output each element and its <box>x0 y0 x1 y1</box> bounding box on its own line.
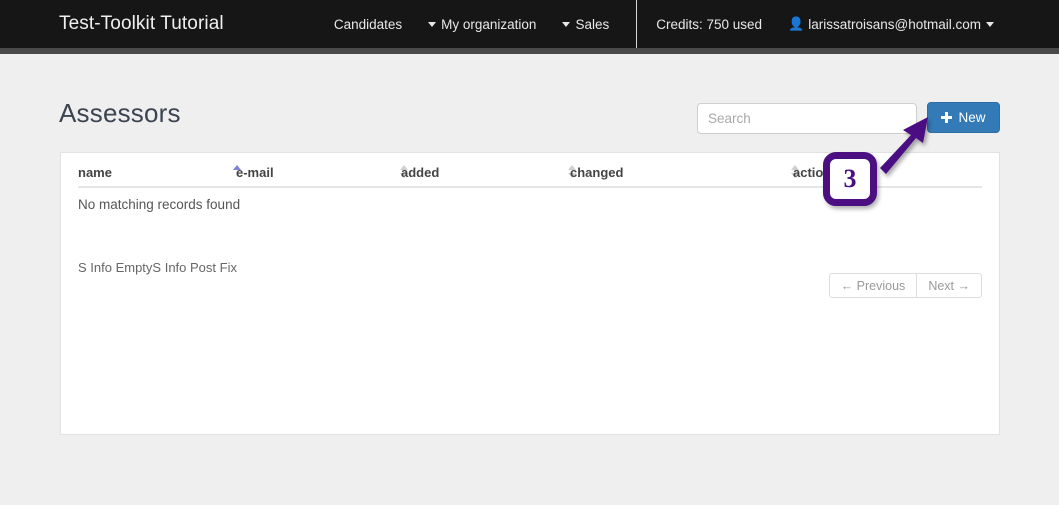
previous-page-button[interactable]: ← Previous <box>828 273 918 298</box>
column-header-actions[interactable]: actions <box>793 165 839 180</box>
column-header-email[interactable]: e-mail <box>236 165 274 180</box>
table-header-row: name e-mail added changed actions <box>78 153 982 188</box>
user-email-label: larissatroisans@hotmail.com <box>808 16 981 32</box>
new-button[interactable]: New <box>927 102 1000 133</box>
pagination: ← Previous Next → <box>828 273 982 298</box>
plus-icon <box>941 112 953 123</box>
chevron-down-icon <box>986 21 994 27</box>
navbar-divider <box>636 0 638 48</box>
credits-label: Credits: 750 used <box>656 16 763 32</box>
table-info-text: S Info EmptyS Info Post Fix <box>78 260 237 275</box>
brand-title[interactable]: Test-Toolkit Tutorial <box>59 13 224 35</box>
assessors-panel: name e-mail added changed actions No mat… <box>60 152 1000 435</box>
next-page-button[interactable]: Next → <box>917 273 982 298</box>
nav-link-sales[interactable]: Sales <box>549 0 622 48</box>
new-button-label: New <box>958 110 986 125</box>
nav-link-my-organization-label: My organization <box>441 16 537 32</box>
user-menu[interactable]: 👤 larissatroisans@hotmail.com <box>775 0 1007 48</box>
nav-link-candidates[interactable]: Candidates <box>321 0 415 48</box>
column-header-changed[interactable]: changed <box>570 165 623 180</box>
nav-link-sales-label: Sales <box>575 16 610 32</box>
nav-link-candidates-label: Candidates <box>333 16 403 32</box>
navbar-links: Candidates My organization Sales Credits… <box>321 0 1059 48</box>
empty-records-message: No matching records found <box>78 197 241 212</box>
column-header-added[interactable]: added <box>401 165 439 180</box>
top-navbar: Test-Toolkit Tutorial Candidates My orga… <box>0 0 1059 48</box>
nav-link-my-organization[interactable]: My organization <box>415 0 549 48</box>
navbar-bottom-strip <box>0 48 1059 54</box>
page-title: Assessors <box>59 98 181 128</box>
column-header-name[interactable]: name <box>78 165 112 180</box>
search-input[interactable] <box>697 103 917 134</box>
chevron-down-icon <box>428 21 437 27</box>
chevron-down-icon <box>562 21 571 27</box>
user-icon: 👤 <box>788 16 805 31</box>
